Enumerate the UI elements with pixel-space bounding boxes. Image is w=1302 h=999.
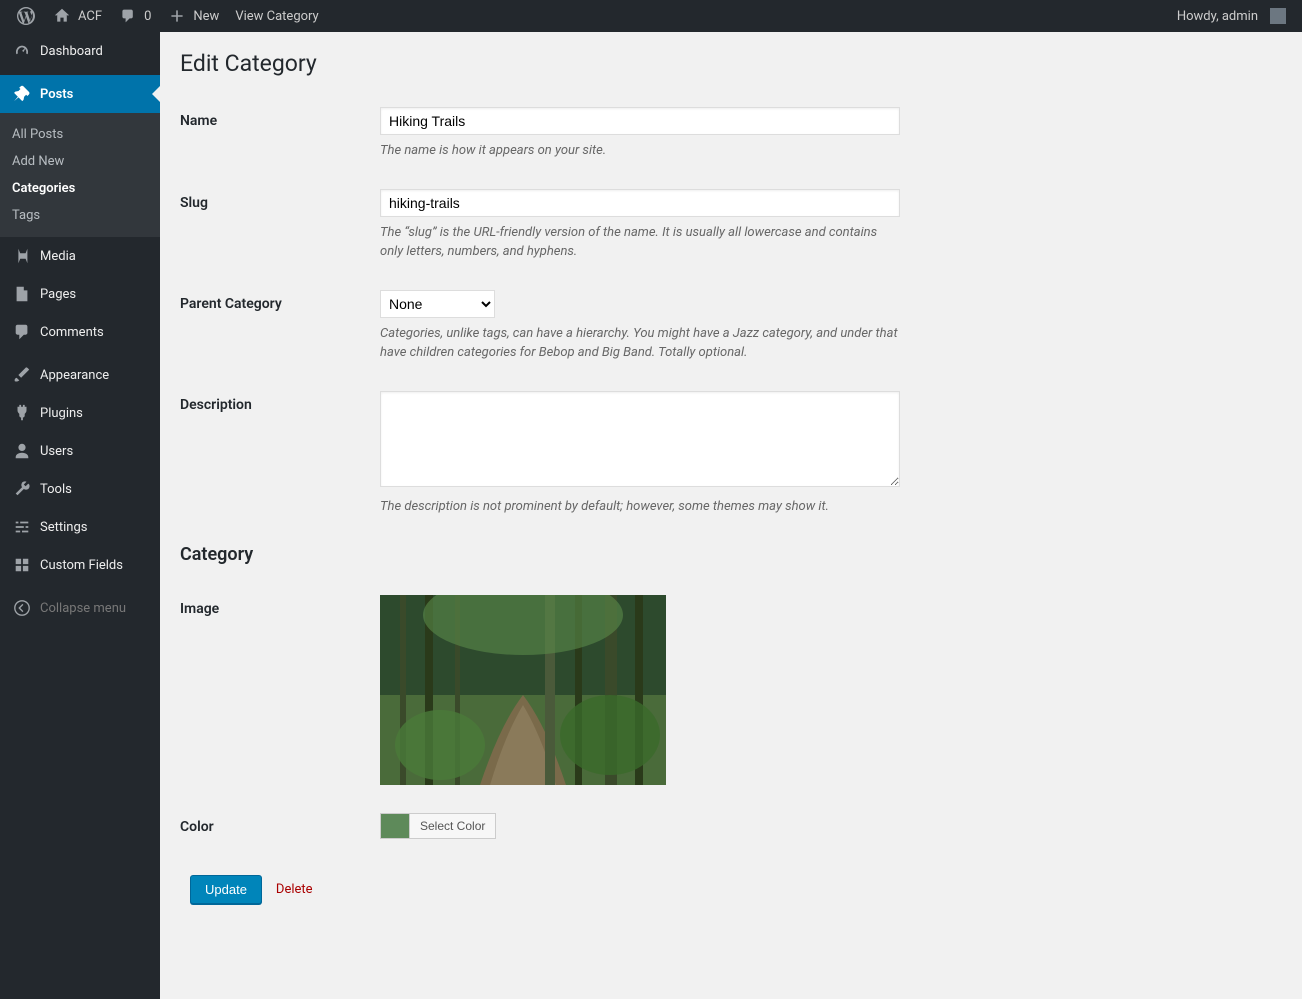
page-icon bbox=[12, 284, 32, 304]
view-link[interactable]: View Category bbox=[227, 0, 326, 32]
description-input[interactable] bbox=[380, 391, 900, 487]
admin-menu: Dashboard Posts All Posts Add New Catego… bbox=[0, 32, 160, 999]
color-swatch[interactable] bbox=[380, 813, 410, 839]
update-button[interactable]: Update bbox=[190, 875, 262, 904]
submenu-categories[interactable]: Categories bbox=[0, 175, 160, 202]
chevron-left-circle-icon bbox=[12, 598, 32, 618]
slug-input[interactable] bbox=[380, 189, 900, 217]
menu-plugins[interactable]: Plugins bbox=[0, 394, 160, 432]
site-name-link[interactable]: ACF bbox=[44, 0, 110, 32]
menu-users[interactable]: Users bbox=[0, 432, 160, 470]
wrench-icon bbox=[12, 479, 32, 499]
wp-logo[interactable] bbox=[8, 0, 44, 32]
comments-link[interactable]: 0 bbox=[110, 0, 159, 32]
media-icon bbox=[12, 246, 32, 266]
sliders-icon bbox=[12, 517, 32, 537]
new-content-link[interactable]: New bbox=[159, 0, 227, 32]
home-icon bbox=[52, 6, 72, 26]
color-label: Color bbox=[180, 813, 380, 835]
delete-link[interactable]: Delete bbox=[276, 882, 313, 897]
user-icon bbox=[12, 441, 32, 461]
slug-label: Slug bbox=[180, 189, 380, 211]
menu-pages[interactable]: Pages bbox=[0, 275, 160, 313]
name-help: The name is how it appears on your site. bbox=[380, 141, 900, 161]
wordpress-icon bbox=[16, 6, 36, 26]
plug-icon bbox=[12, 403, 32, 423]
pin-icon bbox=[12, 84, 32, 104]
new-label: New bbox=[193, 9, 219, 24]
admin-toolbar: ACF 0 New View Category Howdy, admin bbox=[0, 0, 1302, 32]
menu-posts[interactable]: Posts bbox=[0, 75, 160, 113]
menu-settings[interactable]: Settings bbox=[0, 508, 160, 546]
submenu-add-new[interactable]: Add New bbox=[0, 148, 160, 175]
menu-tools[interactable]: Tools bbox=[0, 470, 160, 508]
slug-help: The “slug” is the URL-friendly version o… bbox=[380, 223, 900, 262]
select-color-button[interactable]: Select Color bbox=[410, 813, 496, 839]
dashboard-icon bbox=[12, 41, 32, 61]
menu-appearance[interactable]: Appearance bbox=[0, 356, 160, 394]
submenu-all-posts[interactable]: All Posts bbox=[0, 121, 160, 148]
howdy-text: Howdy, admin bbox=[1177, 9, 1258, 24]
description-label: Description bbox=[180, 391, 380, 413]
submenu-tags[interactable]: Tags bbox=[0, 202, 160, 229]
page-title: Edit Category bbox=[180, 50, 1282, 77]
account-link[interactable]: Howdy, admin bbox=[1169, 0, 1294, 32]
parent-label: Parent Category bbox=[180, 290, 380, 312]
site-name: ACF bbox=[78, 9, 102, 24]
comment-icon bbox=[118, 6, 138, 26]
comments-icon bbox=[12, 322, 32, 342]
section-heading: Category bbox=[180, 544, 1282, 565]
main-content: Edit Category Name The name is how it ap… bbox=[160, 32, 1302, 999]
menu-dashboard[interactable]: Dashboard bbox=[0, 32, 160, 70]
plus-icon bbox=[167, 6, 187, 26]
description-help: The description is not prominent by defa… bbox=[380, 497, 900, 517]
comments-count: 0 bbox=[144, 9, 151, 24]
image-preview[interactable] bbox=[380, 595, 666, 785]
grid-icon bbox=[12, 555, 32, 575]
posts-submenu: All Posts Add New Categories Tags bbox=[0, 113, 160, 237]
collapse-menu[interactable]: Collapse menu bbox=[0, 589, 160, 627]
menu-comments[interactable]: Comments bbox=[0, 313, 160, 351]
menu-custom-fields[interactable]: Custom Fields bbox=[0, 546, 160, 584]
menu-media[interactable]: Media bbox=[0, 237, 160, 275]
brush-icon bbox=[12, 365, 32, 385]
name-label: Name bbox=[180, 107, 380, 129]
image-label: Image bbox=[180, 595, 380, 617]
parent-help: Categories, unlike tags, can have a hier… bbox=[380, 324, 900, 363]
parent-select[interactable]: None bbox=[380, 290, 495, 318]
name-input[interactable] bbox=[380, 107, 900, 135]
avatar bbox=[1270, 8, 1286, 24]
